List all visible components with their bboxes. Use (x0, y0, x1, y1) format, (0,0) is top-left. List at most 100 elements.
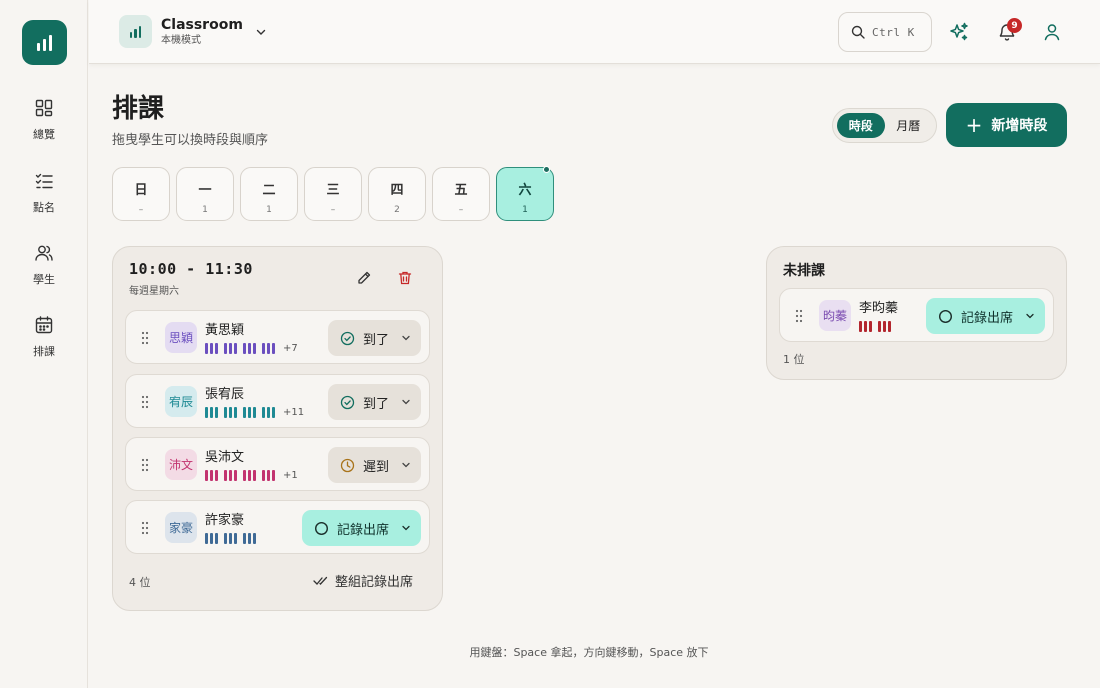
pencil-icon[interactable] (356, 270, 372, 286)
status-label: 記錄出席 (961, 310, 1014, 326)
time-slot-card: 10:00 - 11:30 每週星期六 思穎 黃思穎 +7 到了 宥辰 張宥辰 (112, 246, 443, 611)
record-attendance-dropdown[interactable]: 記錄出席 (302, 510, 421, 546)
app-mode: 本機模式 (161, 34, 201, 46)
drag-handle-icon[interactable] (141, 395, 149, 409)
keyboard-hint: 用鍵盤：Space 拿起，方向鍵移動，Space 放下 (469, 646, 709, 659)
circle-icon (314, 521, 329, 535)
avatar: 沛文 (165, 449, 197, 480)
view-toggle-slots[interactable]: 時段 (837, 113, 885, 138)
view-toggle: 時段 月曆 (832, 108, 937, 143)
sidebar-item-overview[interactable]: 總覽 (0, 98, 88, 158)
avatar: 宥辰 (165, 386, 197, 417)
day-tab-wed[interactable]: 三 – (304, 167, 362, 221)
unscheduled-title: 未排課 (783, 263, 825, 279)
bulk-record-button[interactable]: 整組記錄出席 (313, 571, 413, 590)
chevron-down-icon (256, 29, 266, 35)
slot-recurrence: 每週星期六 (129, 286, 179, 297)
attendance-marks: +1 (205, 470, 298, 481)
day-count: 2 (394, 205, 400, 215)
day-name: 日 (134, 183, 148, 198)
sidebar-item-label: 總覽 (33, 128, 55, 141)
chevron-down-icon (402, 462, 410, 468)
day-name: 五 (454, 183, 468, 198)
student-row[interactable]: 思穎 黃思穎 +7 到了 (125, 310, 430, 364)
trash-icon[interactable] (397, 270, 413, 286)
search-icon (851, 25, 865, 39)
view-toggle-calendar[interactable]: 月曆 (885, 113, 933, 138)
bulk-record-label: 整組記錄出席 (335, 575, 414, 590)
day-tab-thu[interactable]: 四 2 (368, 167, 426, 221)
drag-handle-icon[interactable] (795, 309, 803, 323)
extra-count: +1 (283, 470, 298, 481)
app-switcher[interactable]: Classroom 本機模式 (119, 15, 267, 48)
day-name: 二 (262, 183, 276, 198)
record-attendance-dropdown[interactable]: 記錄出席 (926, 298, 1045, 334)
clock-icon (340, 458, 355, 472)
student-row[interactable]: 沛文 吳沛文 +1 遲到 (125, 437, 430, 491)
day-tab-sun[interactable]: 日 – (112, 167, 170, 221)
notification-badge: 9 (1007, 18, 1022, 33)
search-button[interactable]: Ctrl K (838, 12, 932, 52)
drag-handle-icon[interactable] (141, 331, 149, 345)
attendance-marks: +11 (205, 407, 304, 418)
drag-handle-icon[interactable] (141, 458, 149, 472)
sidebar-item-label: 學生 (33, 273, 55, 286)
today-indicator (543, 166, 550, 173)
calendar-icon (35, 316, 53, 334)
slot-time: 10:00 - 11:30 (129, 260, 253, 278)
day-count: – (330, 205, 336, 215)
avatar: 家豪 (165, 512, 197, 543)
student-row[interactable]: 家豪 許家豪 記錄出席 (125, 500, 430, 554)
student-name: 黃思穎 (205, 323, 245, 338)
day-count: – (458, 205, 464, 215)
sidebar: 總覽 點名 學生 排課 (0, 0, 88, 688)
page-title: 排課 (112, 94, 165, 124)
app-name: Classroom (161, 16, 243, 33)
status-dropdown[interactable]: 到了 (328, 320, 421, 356)
app-logo[interactable] (22, 20, 67, 65)
attendance-marks (859, 321, 897, 332)
add-slot-button[interactable]: + 新增時段 (946, 103, 1067, 147)
day-name: 四 (390, 183, 404, 198)
avatar: 思穎 (165, 322, 197, 353)
day-tab-mon[interactable]: 一 1 (176, 167, 234, 221)
day-count: – (138, 205, 144, 215)
day-tab-fri[interactable]: 五 – (432, 167, 490, 221)
student-name: 許家豪 (205, 513, 245, 528)
check-circle-icon (340, 395, 355, 409)
chevron-down-icon (402, 335, 410, 341)
day-count: 1 (202, 205, 208, 215)
avatar: 昀蓁 (819, 300, 851, 331)
sidebar-item-attendance[interactable]: 點名 (0, 171, 88, 231)
sidebar-item-schedule[interactable]: 排課 (0, 315, 88, 375)
circle-icon (938, 309, 953, 323)
search-shortcut: Ctrl K (872, 25, 915, 39)
day-tab-sat[interactable]: 六 1 (496, 166, 554, 221)
student-row[interactable]: 昀蓁 李昀蓁 記錄出席 (779, 288, 1054, 342)
slot-student-count: 4 位 (129, 576, 151, 589)
sidebar-item-students[interactable]: 學生 (0, 243, 88, 303)
sparkles-icon[interactable] (948, 21, 970, 43)
day-name: 六 (518, 183, 532, 198)
status-dropdown[interactable]: 到了 (328, 384, 421, 420)
sidebar-item-label: 點名 (33, 201, 55, 214)
student-row[interactable]: 宥辰 張宥辰 +11 到了 (125, 374, 430, 428)
chevron-down-icon (402, 399, 410, 405)
users-icon (35, 245, 53, 261)
day-count: 1 (522, 205, 528, 215)
checklist-icon (35, 173, 53, 189)
double-check-icon (313, 576, 328, 585)
day-name: 一 (198, 183, 212, 198)
top-bar: Classroom 本機模式 Ctrl K 9 (89, 0, 1100, 64)
status-dropdown[interactable]: 遲到 (328, 447, 421, 483)
day-tab-tue[interactable]: 二 1 (240, 167, 298, 221)
extra-count: +7 (283, 343, 298, 354)
student-name: 李昀蓁 (859, 301, 899, 316)
attendance-marks: +7 (205, 343, 298, 354)
user-icon[interactable] (1041, 21, 1063, 43)
day-name: 三 (326, 183, 340, 198)
day-count: 1 (266, 205, 272, 215)
status-label: 遲到 (363, 459, 390, 475)
student-name: 張宥辰 (205, 387, 245, 402)
drag-handle-icon[interactable] (141, 521, 149, 535)
